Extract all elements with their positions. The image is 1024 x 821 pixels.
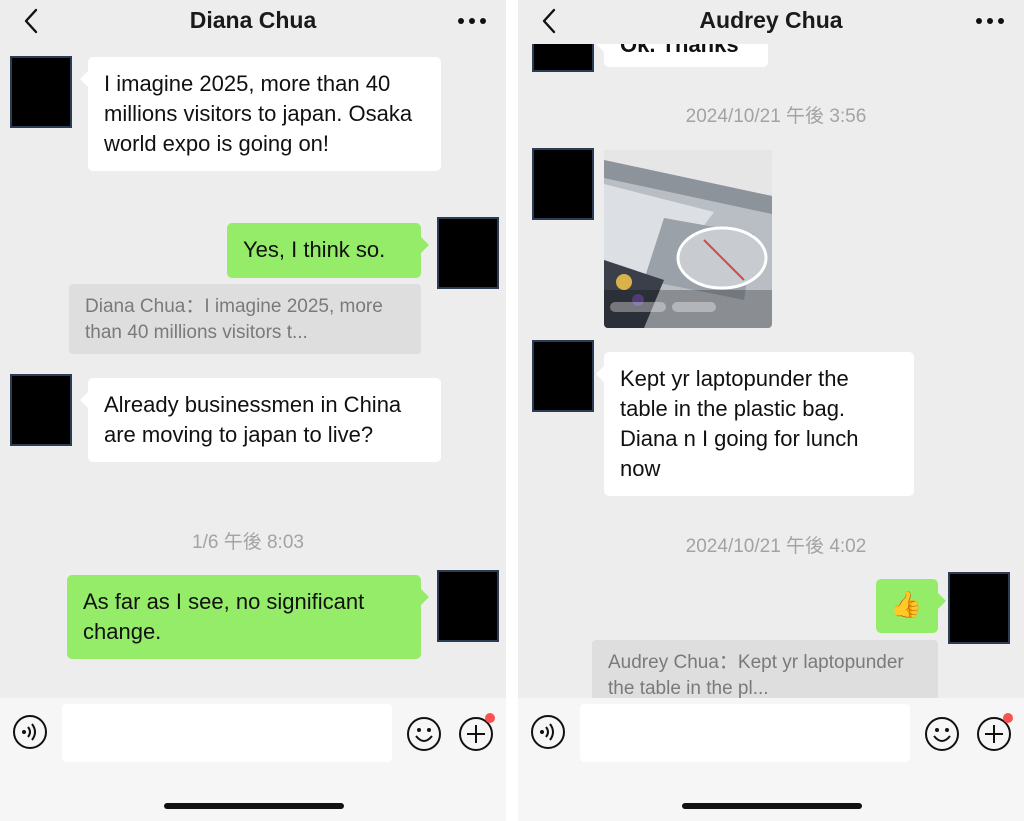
avatar[interactable]: [532, 44, 594, 72]
emoji-icon[interactable]: [924, 716, 960, 752]
avatar[interactable]: [948, 572, 1010, 644]
photo-image: [604, 150, 772, 328]
input-bar: [0, 698, 506, 821]
chevron-left-icon[interactable]: [538, 7, 560, 35]
message-bubble-incoming[interactable]: Already businessmen in China are moving …: [80, 378, 441, 462]
chat-header: Diana Chua: [0, 0, 506, 44]
timestamp: 2024/10/21 午後 4:02: [685, 536, 867, 557]
home-indicator: [682, 803, 862, 809]
message-input[interactable]: [62, 704, 392, 762]
message-list[interactable]: Ok. Thanks 2024/10/21 午後 3:56 Kept yr la…: [518, 44, 1024, 698]
chat-title: Diana Chua: [189, 7, 317, 33]
timestamp: 2024/10/21 午後 3:56: [685, 106, 867, 127]
chat-header: Audrey Chua: [518, 0, 1024, 44]
notification-dot: [1003, 713, 1013, 723]
message-list[interactable]: I imagine 2025, more than 40 millions vi…: [0, 44, 506, 698]
message-bubble-outgoing[interactable]: Yes, I think so.: [227, 223, 429, 278]
chat-panel-right: Audrey Chua Ok. Thanks 2024/10/21 午後 3:5…: [518, 0, 1024, 821]
chevron-left-icon[interactable]: [20, 7, 42, 35]
photo-message[interactable]: [604, 150, 772, 328]
avatar[interactable]: [532, 148, 594, 220]
input-bar: [518, 698, 1024, 821]
quoted-message[interactable]: Diana Chua：I imagine 2025, more than 40 …: [69, 284, 421, 354]
ellipsis-icon[interactable]: [974, 10, 1006, 32]
message-bubble-incoming[interactable]: I imagine 2025, more than 40 millions vi…: [80, 57, 441, 171]
message-bubble-outgoing[interactable]: As far as I see, no significant change.: [67, 575, 429, 659]
avatar[interactable]: [10, 56, 72, 128]
chat-title: Audrey Chua: [699, 7, 843, 33]
avatar[interactable]: [532, 340, 594, 412]
chat-panel-left: Diana Chua I imagine 2025, more than 40 …: [0, 0, 506, 821]
message-bubble-incoming[interactable]: Ok. Thanks: [596, 44, 768, 67]
ellipsis-icon[interactable]: [456, 10, 488, 32]
timestamp: 1/6 午後 8:03: [192, 532, 304, 553]
voice-icon[interactable]: [530, 714, 566, 750]
avatar[interactable]: [10, 374, 72, 446]
emoji-icon[interactable]: [406, 716, 442, 752]
notification-dot: [485, 713, 495, 723]
message-input[interactable]: [580, 704, 910, 762]
avatar[interactable]: [437, 570, 499, 642]
voice-icon[interactable]: [12, 714, 48, 750]
home-indicator: [164, 803, 344, 809]
sticker-message[interactable]: 👍: [876, 579, 946, 633]
quoted-message[interactable]: Audrey Chua：Kept yr laptopunder the tabl…: [592, 640, 938, 698]
avatar[interactable]: [437, 217, 499, 289]
message-bubble-incoming[interactable]: Kept yr laptopunder the table in the pla…: [596, 352, 914, 496]
